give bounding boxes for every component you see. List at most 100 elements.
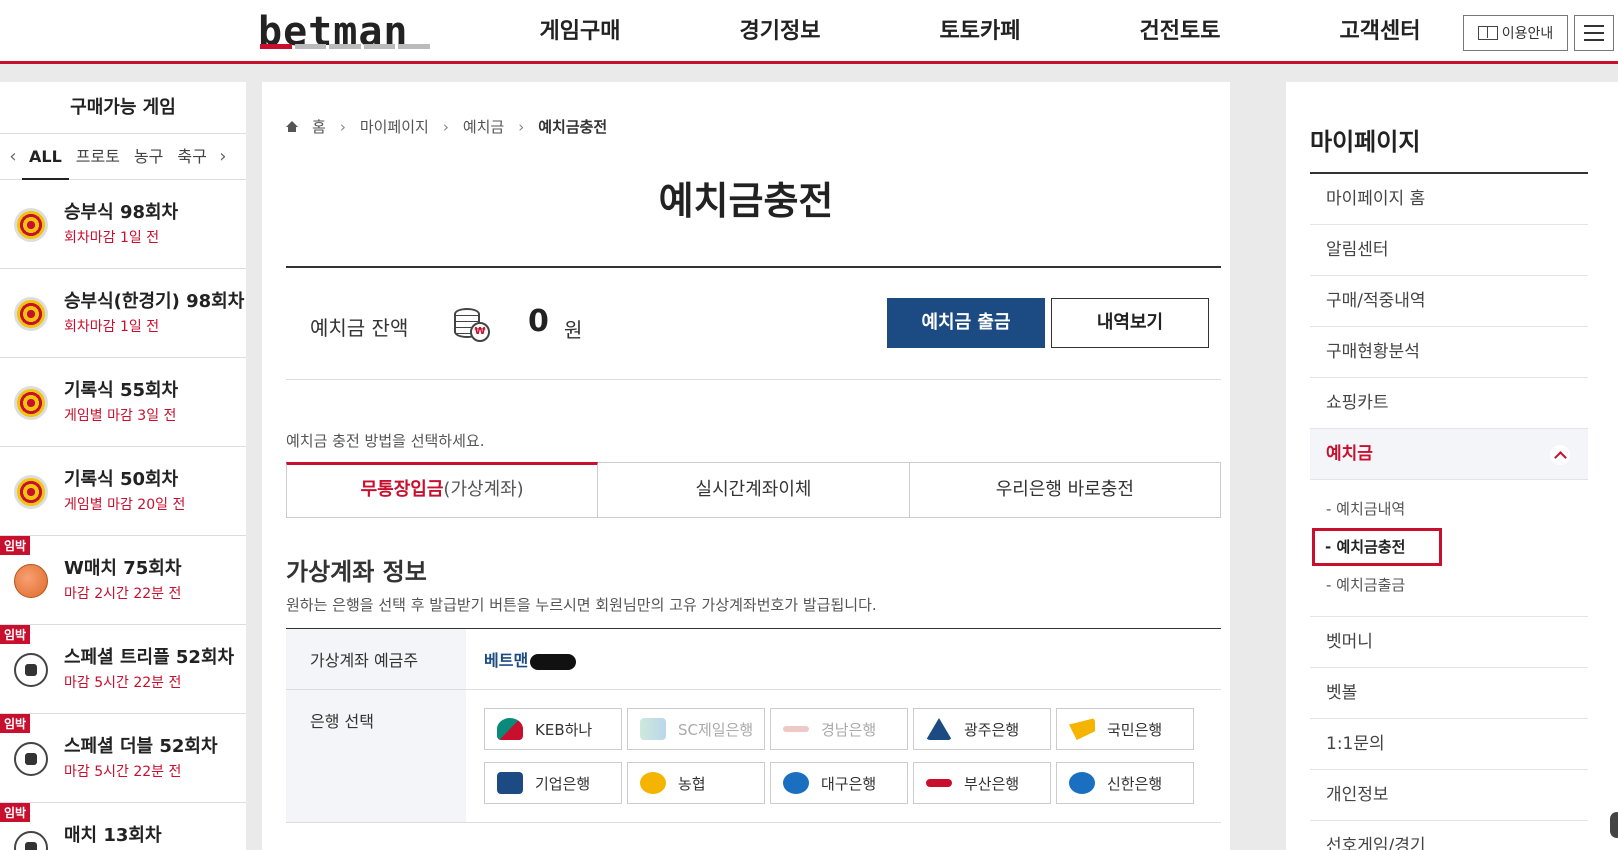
available-games-title: 구매가능 게임 xyxy=(0,82,246,134)
menu-item-inquiry[interactable]: 1:1문의 xyxy=(1310,719,1588,770)
chevron-right-icon[interactable]: › xyxy=(214,146,232,167)
target-icon xyxy=(14,297,48,331)
section-description: 원하는 은행을 선택 후 발급받기 버튼을 누르시면 회원님만의 고유 가상계좌… xyxy=(286,596,877,614)
game-list: 승부식 98회차 회차마감 1일 전 승부식(한경기) 98회차 회차마감 1일… xyxy=(0,180,246,850)
bank-button-kyongnam[interactable]: 경남은행 xyxy=(770,708,908,750)
coin-stack-icon: ₩ xyxy=(454,308,490,342)
balance-box: 예치금 잔액 ₩ 0 원 예치금 출금 내역보기 xyxy=(286,266,1221,380)
breadcrumb-home[interactable]: 홈 xyxy=(312,116,326,137)
book-icon xyxy=(1477,26,1498,40)
breadcrumb: 홈 › 마이페이지 › 예치금 › 예치금충전 xyxy=(286,116,607,137)
deposit-charge-panel: 홈 › 마이페이지 › 예치금 › 예치금충전 예치금충전 예치금 잔액 ₩ 0… xyxy=(262,82,1230,850)
highlight-box: - 예치금충전 xyxy=(1312,528,1443,566)
game-list-item[interactable]: 임박 매치 13회차 xyxy=(0,803,246,850)
game-deadline: 마감 2시간 22분 전 xyxy=(64,586,182,602)
tab-realtime-transfer[interactable]: 실시간계좌이체 xyxy=(598,462,910,517)
game-list-item[interactable]: 기록식 55회차 게임별 마감 3일 전 xyxy=(0,358,246,447)
tab-bank-deposit[interactable]: 무통장입금(가상계좌) xyxy=(286,462,599,517)
holder-name: 베트맨 xyxy=(484,651,529,670)
target-icon xyxy=(14,386,48,420)
hamburger-menu-button[interactable] xyxy=(1574,15,1614,51)
bank-button-dgb[interactable]: 대구은행 xyxy=(770,762,908,804)
menu-item-deposit[interactable]: 예치금 xyxy=(1310,429,1588,480)
game-deadline: 회차마감 1일 전 xyxy=(64,230,160,246)
tab-soccer[interactable]: 축구 xyxy=(170,134,213,180)
game-type-tabs: ‹ ALL 프로토 농구 축구 › xyxy=(0,134,246,180)
kwangju-bank-logo-icon xyxy=(926,718,952,740)
nav-healthy-toto[interactable]: 건전토토 xyxy=(1080,0,1280,64)
balance-unit: 원 xyxy=(564,318,583,342)
submenu-deposit-history[interactable]: - 예치금내역 xyxy=(1326,490,1588,528)
menu-item-preferred-games[interactable]: 선호게임/경기 xyxy=(1310,821,1588,850)
menu-item-betmoney[interactable]: 벳머니 xyxy=(1310,617,1588,668)
soccer-ball-icon xyxy=(14,742,48,776)
game-deadline: 마감 5시간 22분 전 xyxy=(64,675,182,691)
bank-name: 광주은행 xyxy=(964,720,1020,739)
balance-amount: 0 xyxy=(528,304,549,339)
chevron-up-icon[interactable] xyxy=(1550,445,1570,465)
nav-game-purchase[interactable]: 게임구매 xyxy=(480,0,680,64)
nav-match-info[interactable]: 경기정보 xyxy=(680,0,880,64)
table-row: 은행 선택 KEB하나 SC제일은행 경남은행 광주은행 국민은행 기업은행 농… xyxy=(286,689,1221,823)
bank-name: 신한은행 xyxy=(1107,774,1163,793)
ibk-logo-icon xyxy=(497,772,523,794)
tab-basketball[interactable]: 농구 xyxy=(127,134,170,180)
section-title: 가상계좌 정보 xyxy=(286,558,427,586)
menu-item-notifications[interactable]: 알림센터 xyxy=(1310,225,1588,276)
bank-button-bnk[interactable]: 부산은행 xyxy=(913,762,1051,804)
bank-button-sc[interactable]: SC제일은행 xyxy=(627,708,765,750)
guide-button[interactable]: 이용안내 xyxy=(1463,15,1568,51)
mypage-title: 마이페이지 xyxy=(1310,128,1421,156)
bank-button-nh[interactable]: 농협 xyxy=(627,762,765,804)
deposit-submenu-wrapper: - 예치금내역 - 예치금충전 - 예치금출금 xyxy=(1310,480,1588,617)
game-list-item[interactable]: 임박 스페셜 더블 52회차 마감 5시간 22분 전 xyxy=(0,714,246,803)
basketball-icon xyxy=(14,564,48,598)
tab-all[interactable]: ALL xyxy=(22,134,69,180)
game-name: 매치 13회차 xyxy=(64,825,162,846)
bank-name: 농협 xyxy=(678,774,706,793)
menu-item-shopping-cart[interactable]: 쇼핑카트 xyxy=(1310,378,1588,429)
bank-name: 경남은행 xyxy=(821,720,877,739)
bank-button-ibk[interactable]: 기업은행 xyxy=(484,762,622,804)
breadcrumb-mypage[interactable]: 마이페이지 xyxy=(360,116,429,137)
submenu-deposit-withdraw[interactable]: - 예치금출금 xyxy=(1326,566,1588,604)
game-deadline: 마감 5시간 22분 전 xyxy=(64,764,182,780)
game-name: 기록식 55회차 xyxy=(64,380,179,401)
view-history-button[interactable]: 내역보기 xyxy=(1051,298,1209,348)
bank-button-kookmin[interactable]: 국민은행 xyxy=(1056,708,1194,750)
holder-label: 가상계좌 예금주 xyxy=(286,628,466,690)
menu-item-betball[interactable]: 벳볼 xyxy=(1310,668,1588,719)
scroll-handle[interactable] xyxy=(1610,812,1618,838)
tab-proto[interactable]: 프로토 xyxy=(69,134,127,180)
menu-item-purchase-analysis[interactable]: 구매현황분석 xyxy=(1310,327,1588,378)
breadcrumb-current: 예치금충전 xyxy=(538,118,608,136)
game-list-item[interactable]: 기록식 50회차 게임별 마감 20일 전 xyxy=(0,447,246,536)
urgent-badge: 임박 xyxy=(0,803,31,822)
bank-button-kwangju[interactable]: 광주은행 xyxy=(913,708,1051,750)
menu-item-purchase-history[interactable]: 구매/적중내역 xyxy=(1310,276,1588,327)
top-header: betman 게임구매 경기정보 토토카페 건전토토 고객센터 이용안내 xyxy=(0,0,1618,64)
tab-woori-direct[interactable]: 우리은행 바로충전 xyxy=(909,462,1221,517)
withdraw-button[interactable]: 예치금 출금 xyxy=(887,298,1045,348)
game-name: 스페셜 더블 52회차 xyxy=(64,736,218,757)
tab-sublabel: (가상계좌) xyxy=(443,479,524,500)
chevron-left-icon[interactable]: ‹ xyxy=(4,146,22,167)
virtual-account-table: 가상계좌 예금주 베트맨 은행 선택 KEB하나 SC제일은행 경남은행 광주은… xyxy=(286,628,1221,823)
bank-button-shinhan[interactable]: 신한은행 xyxy=(1056,762,1194,804)
game-deadline: 회차마감 1일 전 xyxy=(64,319,160,335)
game-list-item[interactable]: 승부식(한경기) 98회차 회차마감 1일 전 xyxy=(0,269,246,358)
charge-method-tabs: 무통장입금(가상계좌) 실시간계좌이체 우리은행 바로충전 xyxy=(286,462,1221,518)
nav-toto-cafe[interactable]: 토토카페 xyxy=(880,0,1080,64)
method-prompt: 예치금 충전 방법을 선택하세요. xyxy=(286,432,485,450)
game-list-item[interactable]: 승부식 98회차 회차마감 1일 전 xyxy=(0,180,246,269)
bank-button-keb-hana[interactable]: KEB하나 xyxy=(484,708,622,750)
menu-item-mypage-home[interactable]: 마이페이지 홈 xyxy=(1310,174,1588,225)
game-list-item[interactable]: 임박 스페셜 트리플 52회차 마감 5시간 22분 전 xyxy=(0,625,246,714)
submenu-deposit-charge[interactable]: - 예치금충전 xyxy=(1312,528,1588,566)
game-list-item[interactable]: 임박 W매치 75회차 마감 2시간 22분 전 xyxy=(0,536,246,625)
sc-bank-logo-icon xyxy=(640,718,666,740)
bank-name: 국민은행 xyxy=(1107,720,1163,739)
breadcrumb-deposit[interactable]: 예치금 xyxy=(463,116,504,137)
nav-customer-center[interactable]: 고객센터 xyxy=(1280,0,1480,64)
menu-item-personal-info[interactable]: 개인정보 xyxy=(1310,770,1588,821)
